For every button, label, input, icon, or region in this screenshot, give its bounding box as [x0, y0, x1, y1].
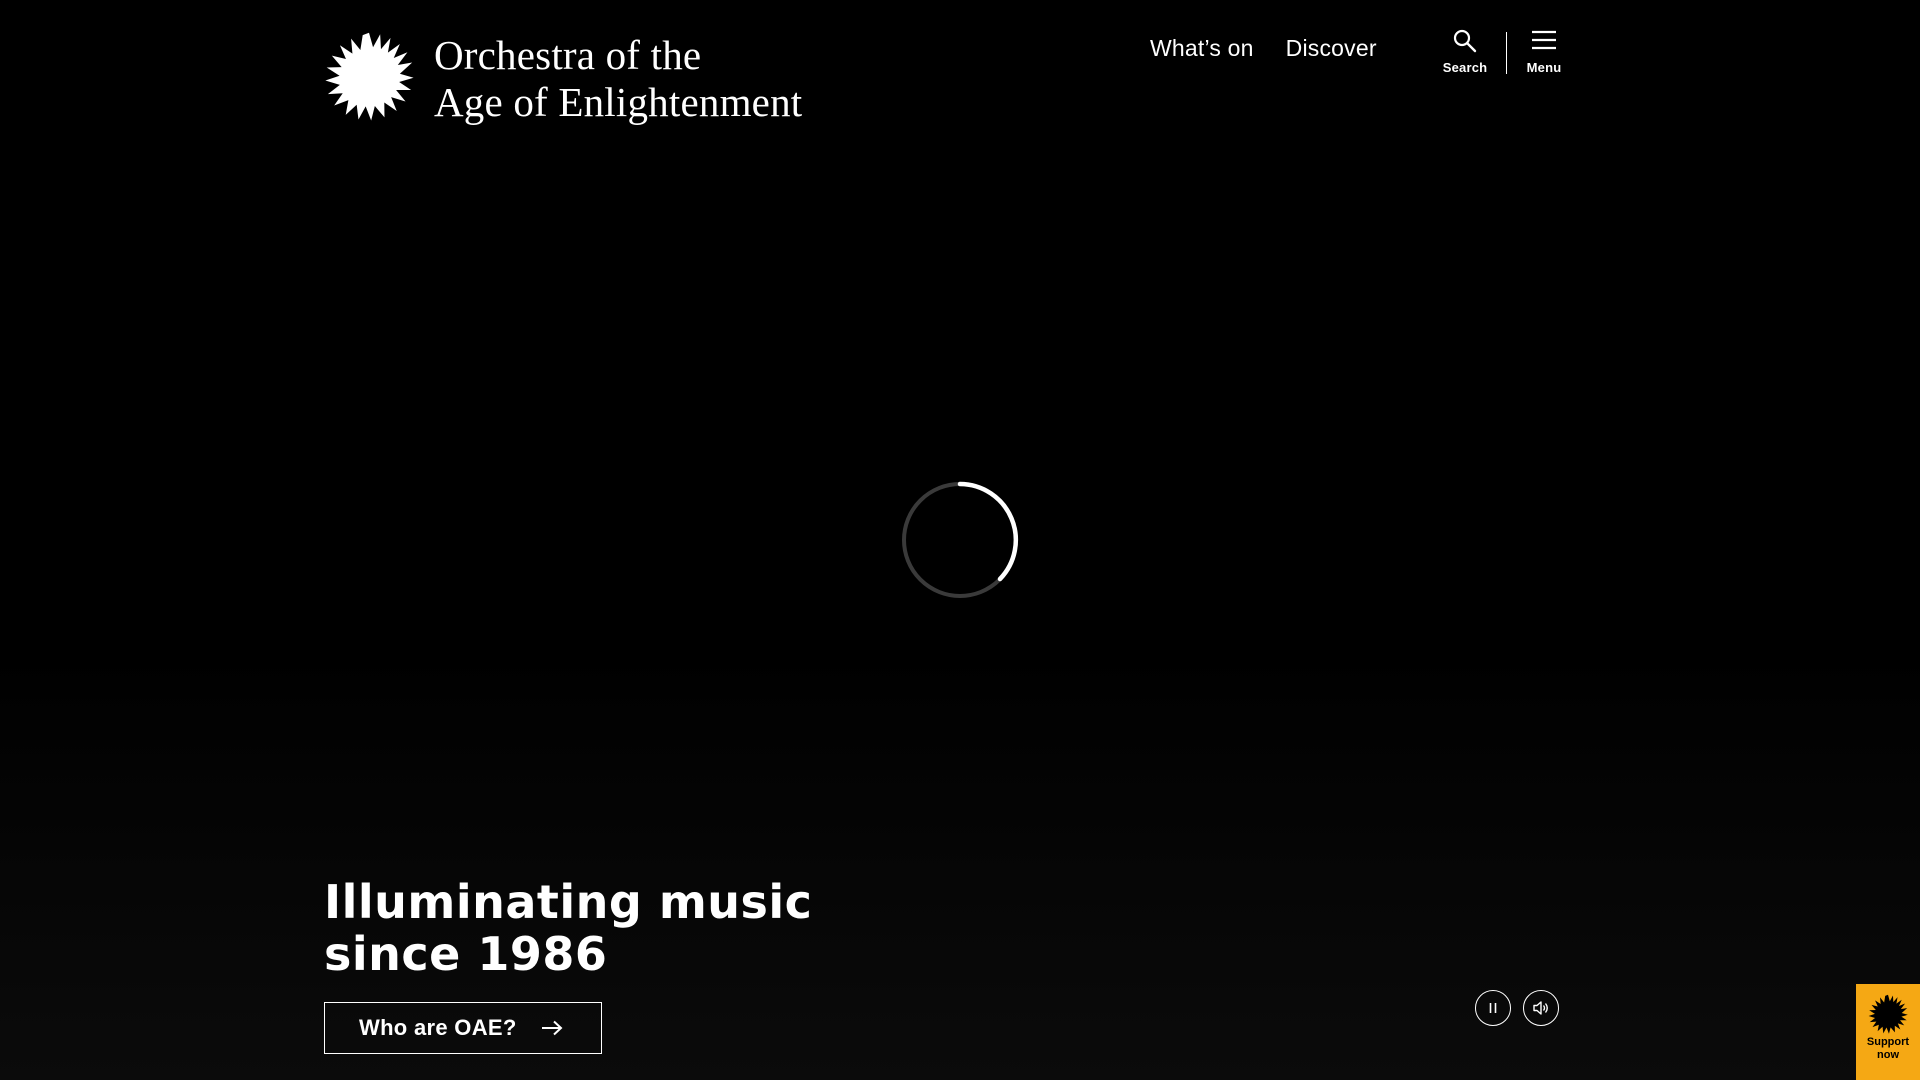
sun-icon	[325, 32, 414, 121]
support-now-button[interactable]: Support now	[1856, 984, 1920, 1080]
header-divider	[1506, 32, 1507, 74]
pause-icon	[1489, 1003, 1497, 1013]
toggle-sound-button[interactable]	[1523, 990, 1559, 1026]
arrow-right-icon	[541, 1020, 563, 1036]
menu-button[interactable]: Menu	[1520, 28, 1568, 75]
sun-icon	[1868, 994, 1908, 1034]
who-are-oae-button[interactable]: Who are OAE?	[324, 1002, 602, 1054]
logo-line-1: Orchestra of the	[434, 32, 702, 78]
cta-label: Who are OAE?	[359, 1015, 517, 1040]
hero-title: Illuminating music since 1986	[324, 875, 813, 981]
loading-spinner-icon	[902, 481, 1019, 598]
menu-label: Menu	[1526, 60, 1562, 75]
logo-wordmark: Orchestra of the Age of Enlightenment	[434, 32, 802, 126]
nav-item-whats-on[interactable]: What’s on	[1150, 35, 1254, 62]
search-button[interactable]: Search	[1440, 28, 1490, 75]
page: Orchestra of the Age of Enlightenment Wh…	[0, 0, 1920, 1080]
speaker-icon	[1533, 1001, 1548, 1015]
site-logo[interactable]: Orchestra of the Age of Enlightenment	[324, 30, 802, 126]
search-icon	[1453, 29, 1477, 53]
search-label: Search	[1442, 60, 1488, 75]
nav-item-discover[interactable]: Discover	[1286, 35, 1377, 62]
hamburger-icon	[1532, 30, 1556, 50]
pause-video-button[interactable]	[1475, 990, 1511, 1026]
primary-nav: What’s on Discover	[1150, 30, 1377, 66]
support-label: Support now	[1866, 1036, 1910, 1061]
logo-line-2: Age of Enlightenment	[434, 79, 803, 125]
